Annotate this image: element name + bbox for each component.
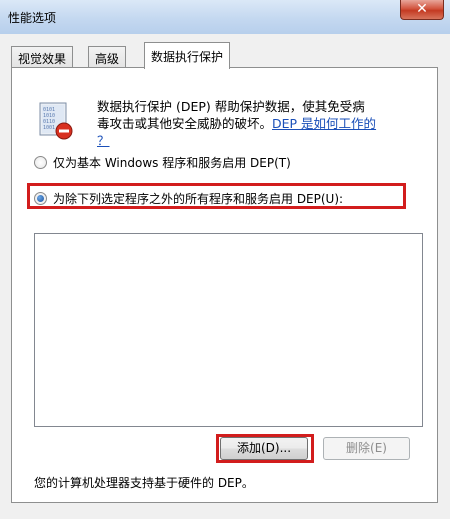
radio-essential-only[interactable] — [34, 156, 47, 169]
radio-essential-only-row[interactable]: 仅为基本 Windows 程序和服务启用 DEP(T) — [34, 154, 291, 171]
dep-shield-icon: 0101 1010 0110 1001 — [39, 102, 73, 140]
dep-how-it-works-link[interactable]: DEP 是如何工作的 — [272, 116, 376, 131]
remove-button: 删除(E) — [323, 437, 410, 460]
radio-essential-only-label: 仅为基本 Windows 程序和服务启用 DEP(T) — [53, 156, 291, 170]
dep-tab-panel: 0101 1010 0110 1001 数据执行保护 (DEP) 帮助保护数据，… — [11, 67, 438, 503]
svg-text:1001: 1001 — [43, 125, 55, 131]
close-icon: ✕ — [416, 1, 428, 17]
tab-visual-effects[interactable]: 视觉效果 — [11, 46, 74, 68]
excluded-programs-list[interactable] — [34, 233, 423, 427]
dep-how-it-works-link-cont[interactable]: ？ — [97, 133, 110, 148]
dep-description-line1: 数据执行保护 (DEP) 帮助保护数据，使其免受病 — [97, 99, 365, 114]
tab-advanced[interactable]: 高级 — [88, 46, 127, 68]
tab-data-execution-prevention[interactable]: 数据执行保护 — [144, 42, 231, 69]
performance-options-window: 性能选项 ✕ 视觉效果 高级 数据执行保护 0101 1010 0110 100… — [0, 0, 450, 519]
radio-all-except-label: 为除下列选定程序之外的所有程序和服务启用 DEP(U): — [53, 192, 344, 206]
close-button[interactable]: ✕ — [400, 0, 444, 20]
dep-description-line2: 毒攻击或其他安全威胁的破坏。 — [97, 116, 273, 131]
window-title: 性能选项 — [8, 11, 57, 25]
title-bar[interactable]: 性能选项 ✕ — [0, 0, 450, 34]
dep-description: 数据执行保护 (DEP) 帮助保护数据，使其免受病 毒攻击或其他安全威胁的破坏。… — [97, 98, 427, 149]
hardware-dep-support-text: 您的计算机处理器支持基于硬件的 DEP。 — [34, 476, 254, 490]
add-button[interactable]: 添加(D)... — [220, 437, 308, 460]
radio-all-except-row[interactable]: 为除下列选定程序之外的所有程序和服务启用 DEP(U): — [34, 190, 343, 207]
radio-all-except[interactable] — [34, 192, 47, 205]
